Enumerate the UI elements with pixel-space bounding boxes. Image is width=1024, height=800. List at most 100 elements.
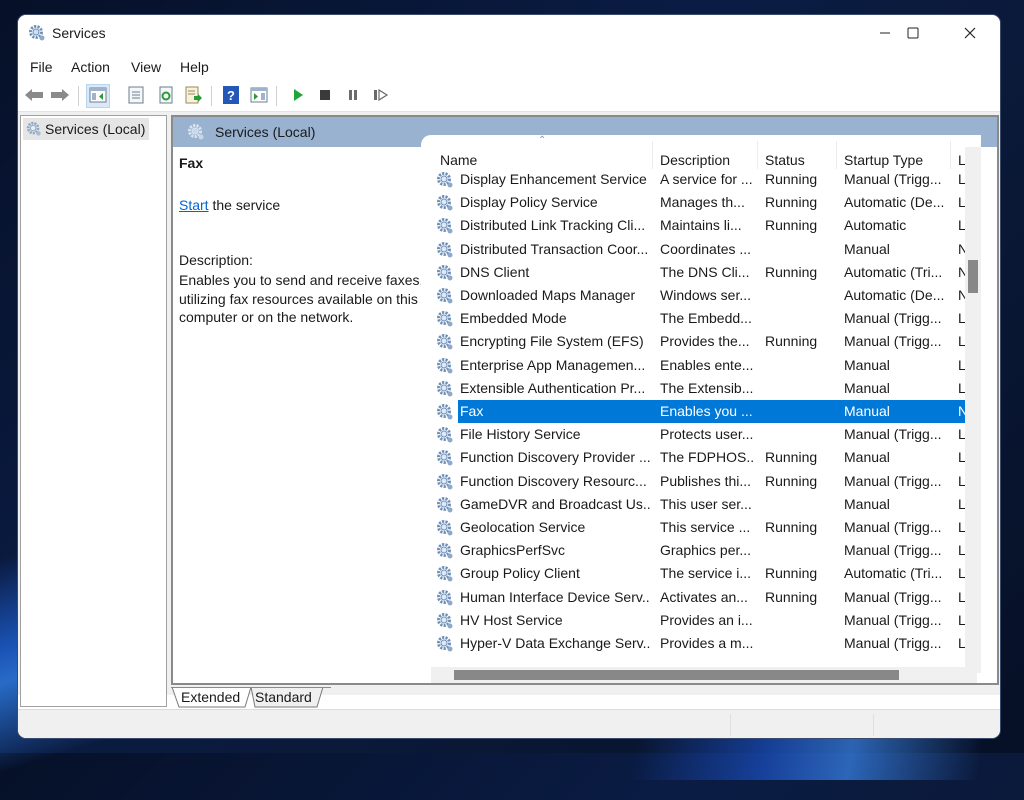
stop-service-icon — [319, 88, 331, 104]
cell-status: Running — [765, 171, 818, 187]
cell-startup: Manual — [844, 495, 890, 512]
cell-name: Geolocation Service — [460, 519, 586, 535]
menu-help[interactable]: Help — [180, 59, 209, 75]
pause-service-button[interactable] — [341, 84, 365, 108]
cell-startup: Manual (Trigg... — [844, 519, 942, 535]
menu-bar: File Action View Help — [18, 55, 1000, 79]
table-row[interactable]: GameDVR and Broadcast Us... This user ser… — [421, 493, 977, 516]
help-button[interactable]: ? — [219, 84, 243, 108]
maximize-button[interactable] — [890, 15, 936, 53]
show-hide-console-tree-button[interactable] — [86, 84, 110, 108]
tab-extended[interactable]: Extended — [181, 687, 240, 707]
table-row[interactable]: Downloaded Maps Manager Windows ser... Aut… — [421, 284, 977, 307]
cell-name: Encrypting File System (EFS) — [460, 333, 644, 350]
cell-status: Running — [765, 472, 818, 489]
selected-service-name: Fax — [179, 155, 204, 171]
menu-view[interactable]: View — [131, 59, 161, 75]
horizontal-scrollbar-thumb[interactable] — [454, 670, 899, 680]
column-divider[interactable] — [652, 141, 653, 169]
cell-startup: Manual (Trigg... — [844, 542, 942, 559]
cell-startup: Manual (Trigg... — [844, 171, 942, 187]
cell-description: The FDPHOS... — [660, 449, 755, 466]
title-bar: Services — [18, 15, 1000, 53]
table-row[interactable]: Hyper-V Data Exchange Serv... Provides a … — [421, 632, 977, 655]
cell-name: Distributed Transaction Coor... — [460, 240, 649, 257]
cell-description: Manages th... — [660, 194, 745, 211]
show-hide-action-pane-button[interactable] — [247, 84, 271, 108]
column-header-status[interactable]: Status — [765, 152, 805, 168]
column-header-startup-type[interactable]: Startup Type — [844, 152, 923, 168]
table-row[interactable]: Distributed Transaction Coor... Coordinat… — [421, 238, 977, 261]
table-row[interactable]: Embedded Mode The Embedd... Manual (Trigg.… — [421, 307, 977, 330]
cell-description: Activates an... — [660, 588, 748, 605]
service-description: Enables you to send and receive faxes, u… — [179, 272, 424, 325]
table-row[interactable]: Display Policy Service Manages th... Runni… — [421, 191, 977, 214]
cell-startup: Automatic (Tri... — [844, 565, 943, 582]
table-row[interactable]: Display Enhancement Service A service for… — [421, 168, 977, 191]
sort-ascending-icon: ⌃ — [538, 135, 547, 146]
help-icon: ? — [222, 85, 240, 108]
cell-name: Display Enhancement Service — [460, 171, 647, 187]
table-row[interactable]: Group Policy Client The service i... Runni… — [421, 562, 977, 585]
cell-description: The service i... — [660, 565, 752, 582]
pause-service-icon — [347, 88, 359, 104]
cell-name: Hyper-V Data Exchange Serv... — [460, 635, 650, 651]
table-row[interactable]: Human Interface Device Serv... Activates … — [421, 586, 977, 609]
vertical-scrollbar[interactable] — [965, 147, 981, 673]
column-divider[interactable] — [757, 141, 758, 169]
column-header-description[interactable]: Description — [660, 152, 730, 168]
cell-startup: Manual (Trigg... — [844, 472, 942, 489]
table-row[interactable]: Enterprise App Managemen... Enables ente.… — [421, 354, 977, 377]
tree-item-services-local[interactable]: Services (Local) — [23, 118, 150, 140]
back-arrow-icon — [24, 87, 44, 106]
forward-button[interactable] — [48, 84, 72, 108]
stop-service-button[interactable] — [313, 84, 337, 108]
cell-description: Publishes thi... — [660, 472, 752, 489]
vertical-scrollbar-thumb[interactable] — [968, 260, 978, 293]
column-divider[interactable] — [950, 141, 951, 169]
table-row[interactable]: GraphicsPerfSvc Graphics per... Manual (Tr… — [421, 539, 977, 562]
refresh-icon — [157, 86, 175, 107]
resume-service-button[interactable] — [369, 84, 393, 108]
menu-file[interactable]: File — [30, 59, 53, 75]
properties-button[interactable] — [124, 84, 148, 108]
table-row[interactable]: Extensible Authentication Pr... The Exten… — [421, 377, 977, 400]
list-header: ⌃ Name Description Status Startup Type L… — [421, 135, 981, 169]
cell-startup: Manual (Trigg... — [844, 635, 942, 651]
cell-startup: Manual (Trigg... — [844, 333, 942, 350]
show-hide-action-pane-icon — [250, 87, 268, 106]
table-row[interactable]: Encrypting File System (EFS) Provides the… — [421, 330, 977, 353]
services-pane: Services (Local) Fax Start the service D… — [171, 115, 999, 685]
cell-description: Windows ser... — [660, 287, 752, 303]
tab-standard[interactable]: Standard — [255, 687, 312, 707]
start-service-link[interactable]: Start — [179, 197, 209, 213]
services-gear-icon — [187, 123, 205, 144]
start-service-button[interactable] — [286, 84, 310, 108]
table-row[interactable]: Function Discovery Resourc... Publishes t… — [421, 470, 977, 493]
maximize-icon — [907, 26, 919, 42]
close-button[interactable] — [947, 15, 993, 53]
table-row[interactable]: Distributed Link Tracking Cli... Maintain… — [421, 214, 977, 237]
back-button[interactable] — [22, 84, 46, 108]
cell-description: A service for ... — [660, 171, 753, 187]
menu-action[interactable]: Action — [71, 59, 110, 75]
column-header-name[interactable]: Name — [440, 152, 477, 168]
cell-name: Group Policy Client — [460, 565, 580, 582]
content-area: Services (Local) Services (Local) Fax St… — [18, 112, 1000, 708]
cell-name: Embedded Mode — [460, 310, 567, 327]
table-row[interactable]: Geolocation Service This service ... Runni… — [421, 516, 977, 539]
cell-startup: Manual (Trigg... — [844, 426, 942, 443]
cell-description: Provides the... — [660, 333, 750, 350]
cell-name: HV Host Service — [460, 611, 563, 628]
horizontal-scrollbar[interactable] — [431, 667, 977, 683]
column-divider[interactable] — [836, 141, 837, 169]
table-row[interactable]: FaxEnables you ...ManualNe — [421, 400, 978, 423]
table-row[interactable]: DNS Client The DNS Cli... Running Automatic… — [421, 261, 977, 284]
refresh-button[interactable] — [154, 84, 178, 108]
table-row[interactable]: HV Host Service Provides an i... Manual (T… — [421, 609, 977, 632]
services-window: Services File Action View Help ? Service… — [18, 15, 1000, 738]
table-row[interactable]: Function Discovery Provider ... The FDPHO… — [421, 446, 977, 469]
forward-arrow-icon — [50, 87, 70, 106]
export-list-button[interactable] — [181, 84, 205, 108]
table-row[interactable]: File History Service Protects user... Manu… — [421, 423, 977, 446]
